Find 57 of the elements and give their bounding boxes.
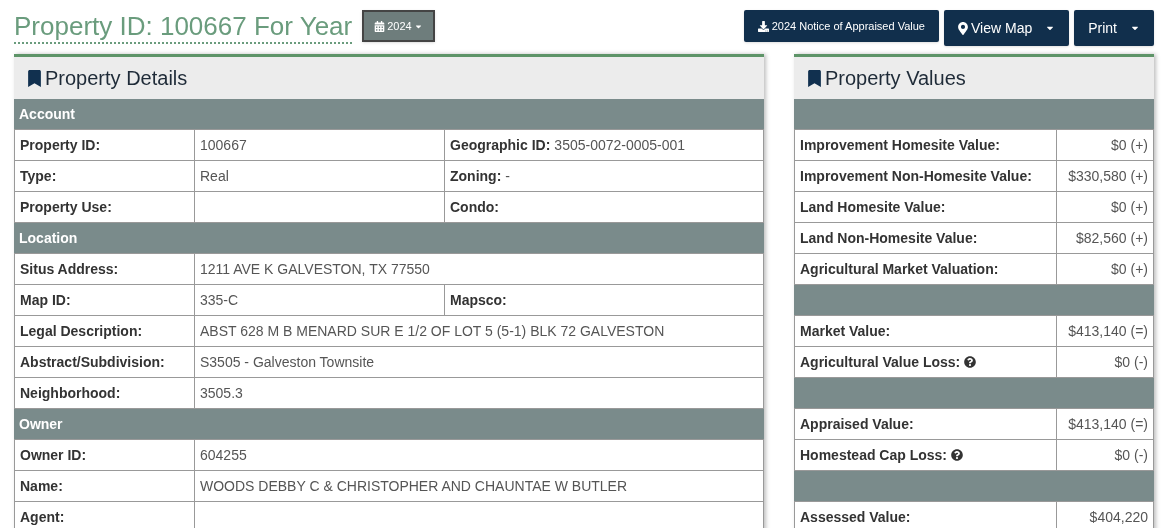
value-amount: $0 (+) [1057, 192, 1154, 223]
help-icon[interactable] [964, 356, 977, 368]
toolbar-button[interactable]: Print [1074, 10, 1154, 46]
field-value: 335-C [195, 285, 445, 316]
field-label: Abstract/Subdivision: [15, 347, 195, 378]
field-value: 3505-0072-0005-001 [554, 135, 686, 155]
field-label: Type: [15, 161, 195, 192]
value-label: Improvement Homesite Value: [800, 135, 1000, 155]
value-amount: $413,140 (=) [1057, 409, 1154, 440]
section-header: Account [14, 99, 764, 130]
bookmark-icon [808, 69, 821, 87]
field-label: Owner ID: [15, 440, 195, 471]
value-amount: $330,580 (+) [1057, 161, 1154, 192]
field-label: Condo: [450, 197, 499, 217]
panel-title: Property Details [45, 66, 188, 91]
field-label: Legal Description: [15, 316, 195, 347]
field-label: Name: [15, 471, 195, 502]
value-label: Land Homesite Value: [800, 197, 946, 217]
field-value: 604255 [195, 440, 764, 471]
section-header: Owner [14, 409, 764, 440]
field-label: Zoning: [450, 166, 502, 186]
map-pin-icon [958, 21, 968, 35]
field-label: Situs Address: [15, 254, 195, 285]
value-amount: $82,560 (+) [1057, 223, 1154, 254]
value-amount: $404,220 [1057, 502, 1154, 528]
toolbar-button[interactable]: View Map [944, 10, 1070, 46]
value-label: Improvement Non-Homesite Value: [800, 166, 1032, 186]
field-value: Real [195, 161, 445, 192]
section-header: Location [14, 223, 764, 254]
panel-title: Property Values [825, 66, 966, 91]
field-label: Property ID: [15, 130, 195, 161]
field-label: Agent: [15, 502, 195, 528]
value-label: Agricultural Market Valuation: [800, 259, 999, 279]
field-label: Map ID: [15, 285, 195, 316]
field-value: 100667 [195, 130, 445, 161]
year-dropdown[interactable]: 2024 [362, 10, 435, 42]
field-value: ABST 628 M B MENARD SUR E 1/2 OF LOT 5 (5-1) BLK 72 GALVESTON [195, 316, 764, 347]
field-value: - [505, 166, 510, 186]
field-label: Geographic ID: [450, 135, 551, 155]
field-label: Mapsco: [450, 290, 507, 310]
download-icon [757, 20, 769, 32]
value-amount: $413,140 (=) [1057, 316, 1154, 347]
value-label: Appraised Value: [800, 414, 914, 434]
field-value: S3505 - Galveston Townsite [195, 347, 764, 378]
value-label: Land Non-Homesite Value: [800, 228, 978, 248]
value-label: Assessed Value: [800, 507, 911, 527]
page-title: Property ID: 100667 For Year [14, 10, 353, 44]
toolbar-button[interactable]: 2024 Notice of Appraised Value [743, 10, 939, 42]
value-label: Market Value: [800, 321, 891, 341]
value-label: Homestead Cap Loss: [800, 445, 948, 465]
calendar-icon [374, 20, 386, 32]
help-icon[interactable] [951, 449, 964, 461]
field-value: WOODS DEBBY C & CHRISTOPHER AND CHAUNTAE W BUTLER [195, 471, 764, 502]
bookmark-icon [28, 69, 41, 87]
field-value: 1211 AVE K GALVESTON, TX 77550 [195, 254, 764, 285]
value-label: Agricultural Value Loss: [800, 352, 961, 372]
value-amount: $0 (+) [1057, 130, 1154, 161]
